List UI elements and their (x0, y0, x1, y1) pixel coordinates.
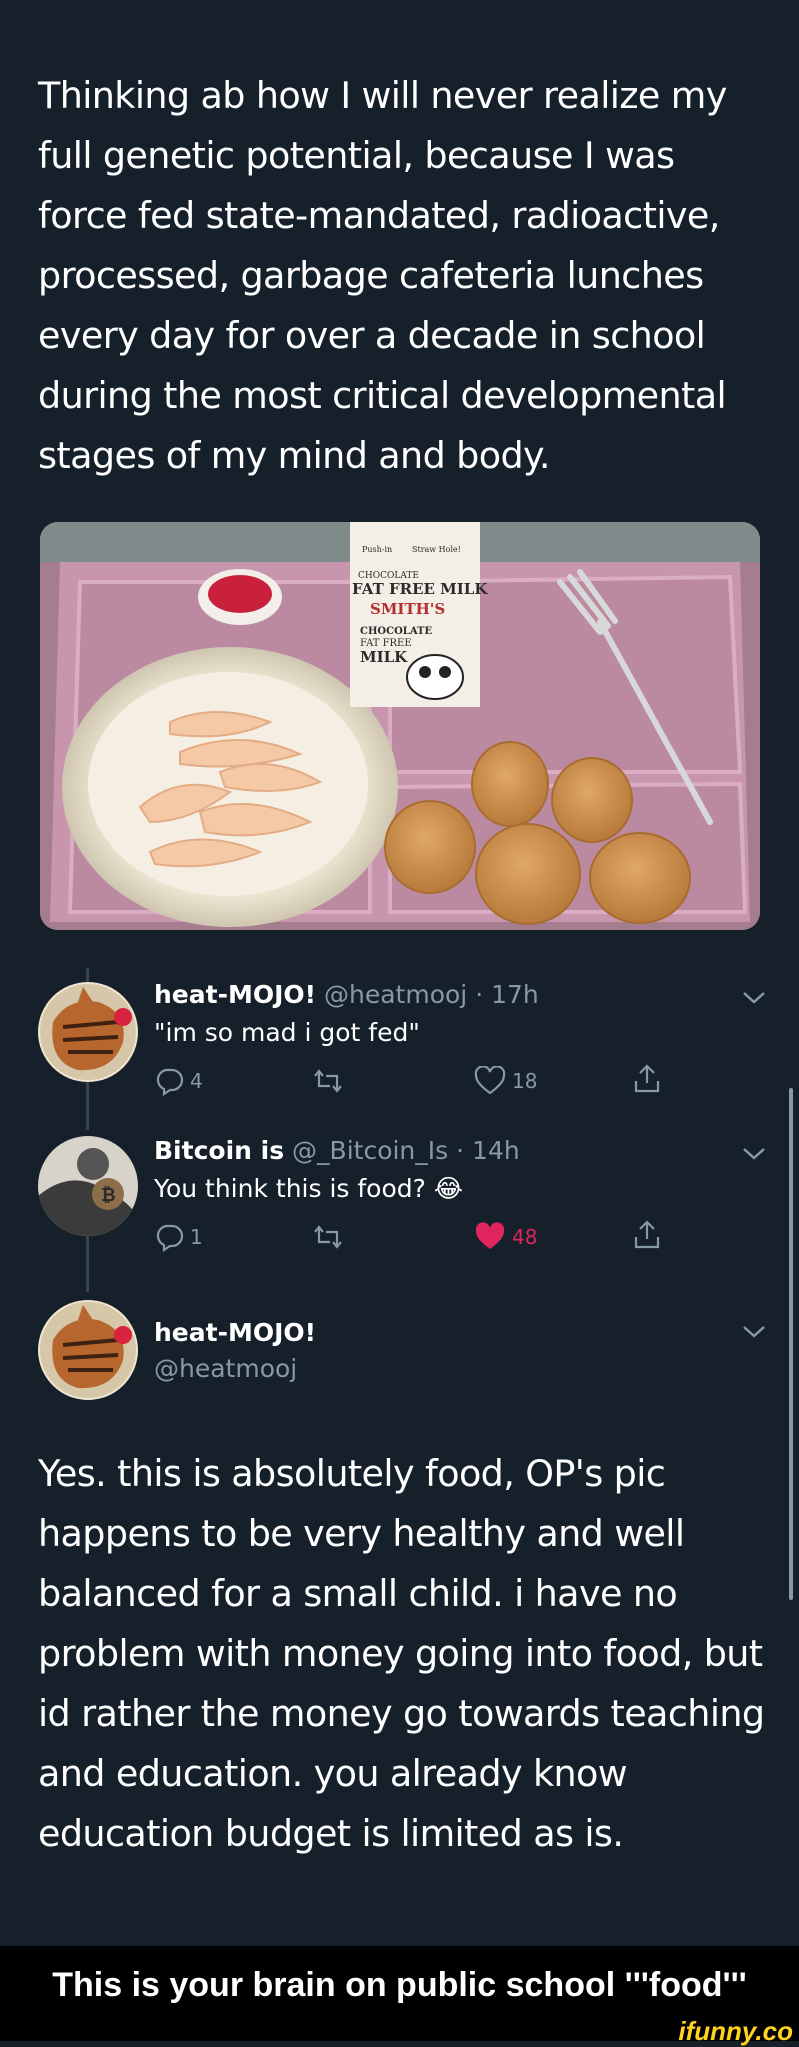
retweet-button[interactable] (312, 1220, 344, 1254)
cat-avatar-image (38, 1300, 138, 1400)
like-button[interactable]: 18 (474, 1064, 537, 1098)
share-icon (634, 1220, 660, 1249)
carton-text: CHOCOLATE (360, 626, 432, 637)
timestamp[interactable]: · 17h (475, 980, 539, 1009)
laughing-emoji: 😂 (433, 1174, 464, 1203)
lunch-tray-photo[interactable]: Push-in Straw Hole! CHOCOLATE FAT FREE M… (40, 522, 760, 930)
handle[interactable]: @heatmooj (154, 1354, 297, 1383)
main-reply-text: Yes. this is absolutely food, OP's pic h… (38, 1452, 765, 1855)
reply-icon (156, 1068, 184, 1096)
handle[interactable]: @heatmooj (324, 980, 467, 1009)
tweet-text: "im so mad i got fed" (154, 1018, 420, 1047)
heart-filled-icon (475, 1222, 505, 1249)
caption-bar: This is your brain on public school '''f… (0, 1946, 799, 2024)
share-icon (634, 1064, 660, 1093)
scrollbar[interactable] (789, 1088, 793, 1600)
reply-button[interactable]: 4 (154, 1064, 203, 1098)
reply-icon (156, 1224, 184, 1252)
carton-text: Push-in (362, 545, 392, 554)
like-count: 48 (512, 1225, 538, 1249)
retweet-icon (314, 1225, 342, 1249)
like-button[interactable]: 48 (474, 1220, 537, 1254)
avatar[interactable] (38, 1300, 138, 1400)
display-name[interactable]: heat-MOJO! (154, 1318, 316, 1347)
tweet-text-content: You think this is food? (154, 1174, 426, 1203)
display-name[interactable]: Bitcoin is (154, 1136, 284, 1165)
lunch-tray-image: Push-in Straw Hole! CHOCOLATE FAT FREE M… (40, 522, 760, 930)
tweet-header: heat-MOJO! @heatmooj · 17h (154, 980, 539, 1009)
reply-count: 4 (190, 1069, 203, 1093)
cat-avatar-image (38, 982, 138, 1082)
carton-text: MILK (360, 648, 408, 666)
share-button[interactable] (632, 1218, 662, 1252)
chevron-down-icon[interactable] (740, 988, 768, 1008)
tweet-header: Bitcoin is @_Bitcoin_Is · 14h (154, 1136, 520, 1165)
meme-caption: This is your brain on public school '''f… (52, 1965, 747, 2004)
tweet-text: You think this is food? 😂 (154, 1174, 463, 1203)
share-button[interactable] (632, 1062, 662, 1096)
avatar[interactable] (38, 982, 138, 1082)
chevron-down-icon[interactable] (740, 1322, 768, 1342)
reply-count: 1 (190, 1225, 203, 1249)
avatar[interactable]: ₿ (38, 1136, 138, 1236)
chevron-down-icon[interactable] (740, 1144, 768, 1164)
svg-text:₿: ₿ (101, 1185, 116, 1206)
carton-text: FAT FREE MILK (352, 580, 488, 598)
retweet-button[interactable] (312, 1064, 344, 1098)
like-count: 18 (512, 1069, 538, 1093)
carton-text: Straw Hole! (412, 545, 461, 554)
tweet-header: @heatmooj (154, 1354, 297, 1383)
thread-line (86, 968, 89, 982)
bitcoin-avatar-image: ₿ (38, 1136, 138, 1236)
display-name[interactable]: heat-MOJO! (154, 980, 316, 1009)
timestamp[interactable]: · 14h (456, 1136, 520, 1165)
thread-line (86, 1236, 89, 1292)
ifunny-watermark: ifunny.co (678, 2016, 793, 2046)
original-tweet-text: Thinking ab how I will never realize my … (38, 74, 727, 477)
tweet-header: heat-MOJO! (154, 1318, 316, 1347)
thread-line (86, 1082, 89, 1130)
retweet-icon (314, 1069, 342, 1093)
heart-icon (474, 1066, 506, 1095)
carton-brand: SMITH'S (370, 600, 445, 618)
reply-button[interactable]: 1 (154, 1220, 203, 1254)
handle[interactable]: @_Bitcoin_Is (292, 1136, 448, 1165)
